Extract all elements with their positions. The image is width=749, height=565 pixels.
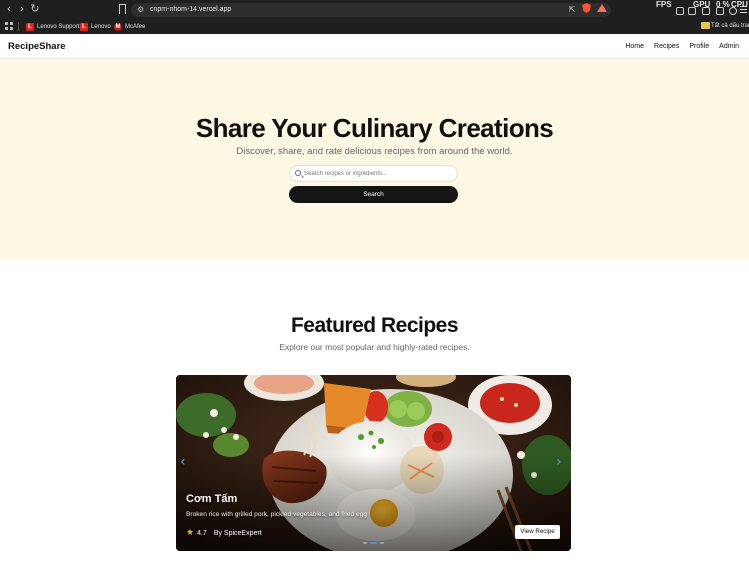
apps-icon[interactable]	[5, 22, 13, 30]
hero-subtitle: Discover, share, and rate delicious reci…	[236, 146, 513, 157]
nav-profile[interactable]: Profile	[689, 43, 709, 50]
nav-recipes[interactable]: Recipes	[654, 43, 679, 50]
recipe-title[interactable]: Cơm Tấm	[186, 493, 237, 505]
bookmark-lenovo-support[interactable]: L Lenovo Support	[26, 21, 79, 32]
nav-home[interactable]: Home	[625, 43, 644, 50]
browser-toolbar: ‹ › ↻ ⚙ cnpm-nhom-14.vercel.app ⇱ FPS GP…	[0, 0, 749, 19]
main-nav: Home Recipes Profile Admin	[625, 34, 739, 59]
extension-icon[interactable]	[702, 7, 710, 15]
recipe-rating: 4.7	[197, 529, 207, 537]
browser-chrome: ‹ › ↻ ⚙ cnpm-nhom-14.vercel.app ⇱ FPS GP…	[0, 0, 749, 34]
carousel-indicators	[363, 542, 384, 544]
fps-label: FPS	[656, 0, 672, 9]
carousel-next-icon[interactable]: ›	[556, 455, 566, 469]
carousel-dot[interactable]	[380, 542, 384, 544]
featured-title: Featured Recipes	[290, 314, 459, 337]
bookmark-page-icon[interactable]	[119, 4, 126, 14]
recipe-description: Broken rice with grilled pork, pickled v…	[186, 511, 368, 518]
bookmark-label: Lenovo	[91, 23, 111, 30]
extension-icon[interactable]	[716, 7, 724, 15]
all-bookmarks[interactable]: Tất cả dấu trang	[711, 21, 749, 32]
recipe-meta: ★ 4.7 By SpiceExpert	[186, 528, 262, 538]
mcafee-icon: M	[114, 22, 122, 31]
recipe-author: By SpiceExpert	[213, 529, 262, 537]
lenovo-icon: L	[26, 22, 34, 31]
search-input[interactable]	[304, 166, 454, 181]
image-overlay	[176, 375, 571, 551]
site-logo[interactable]: RecipeShare	[8, 34, 66, 59]
bookmark-mcafee[interactable]: M McAfee	[114, 21, 145, 32]
search-icon	[295, 170, 301, 176]
nav-admin[interactable]: Admin	[719, 43, 739, 50]
share-icon[interactable]: ⇱	[567, 5, 577, 15]
url-text[interactable]: cnpm-nhom-14.vercel.app	[150, 3, 231, 17]
back-icon[interactable]: ‹	[3, 3, 15, 15]
search-button[interactable]: Search	[289, 186, 458, 203]
profile-icon[interactable]	[729, 7, 737, 15]
extension-icon[interactable]	[676, 7, 684, 15]
bookmark-lenovo[interactable]: L Lenovo	[80, 21, 111, 32]
carousel-dot-active[interactable]	[370, 542, 377, 544]
search-field[interactable]	[289, 165, 458, 182]
menu-icon[interactable]	[740, 6, 747, 13]
lenovo-icon: L	[80, 22, 88, 31]
bookmarks-bar: L Lenovo Support L Lenovo M McAfee Tất c…	[0, 19, 749, 34]
star-icon: ★	[186, 528, 195, 538]
featured-subtitle: Explore our most popular and highly-rate…	[279, 342, 470, 352]
bookmark-label: McAfee	[125, 23, 146, 30]
bookmark-label: Lenovo Support	[37, 23, 80, 30]
view-recipe-button[interactable]: View Recipe	[515, 525, 560, 539]
forward-icon[interactable]: ›	[16, 3, 28, 15]
address-bar[interactable]: ⚙ cnpm-nhom-14.vercel.app ⇱	[131, 3, 611, 17]
reload-icon[interactable]: ↻	[29, 3, 41, 15]
divider	[18, 22, 19, 31]
extension-icon[interactable]	[688, 7, 696, 15]
carousel-prev-icon[interactable]: ‹	[180, 455, 190, 469]
site-info-icon[interactable]: ⚙	[137, 4, 147, 16]
featured-recipe-card[interactable]: ‹ › Cơm Tấm Broken rice with grilled por…	[176, 375, 571, 551]
hero-section: Share Your Culinary Creations Discover, …	[0, 59, 749, 259]
folder-icon	[701, 22, 710, 29]
brave-rewards-icon[interactable]	[597, 4, 607, 12]
site-header: RecipeShare Home Recipes Profile Admin	[0, 34, 749, 59]
carousel-dot[interactable]	[363, 542, 367, 544]
hero-title: Share Your Culinary Creations	[195, 113, 554, 143]
